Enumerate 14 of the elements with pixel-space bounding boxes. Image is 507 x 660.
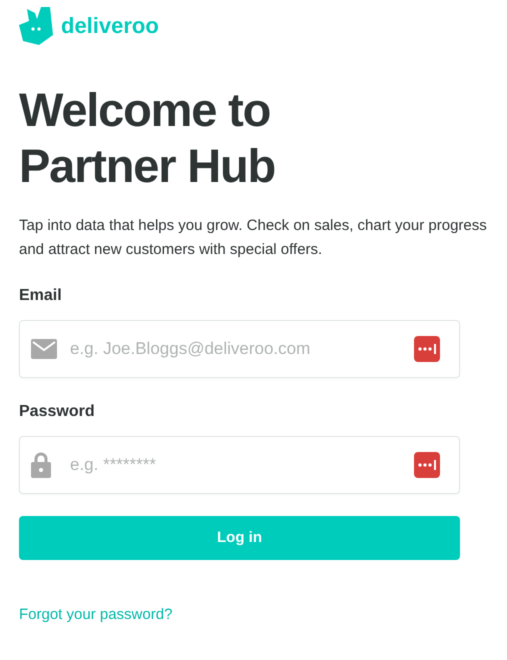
password-manager-icon[interactable]	[414, 336, 440, 362]
forgot-password-link[interactable]: Forgot your password?	[19, 604, 172, 626]
kangaroo-logo-icon	[19, 7, 53, 45]
intro-text: Tap into data that helps you grow. Check on sales, chart your progress and attract new customers with special offers.	[19, 216, 488, 260]
password-manager-icon[interactable]	[414, 452, 440, 478]
field-label: Email	[19, 286, 63, 306]
padlock-icon	[31, 452, 51, 478]
page-heading: Welcome to Partner Hub	[19, 82, 276, 194]
logo-wordmark: deliveroo	[61, 15, 159, 37]
field-label: Password	[19, 402, 96, 422]
login-button[interactable]: Log in	[19, 516, 460, 560]
input-field[interactable]: e.g. ********	[19, 436, 460, 494]
envelope-icon	[31, 339, 57, 359]
input-field[interactable]: e.g. Joe.Bloggs@deliveroo.com	[19, 320, 460, 378]
